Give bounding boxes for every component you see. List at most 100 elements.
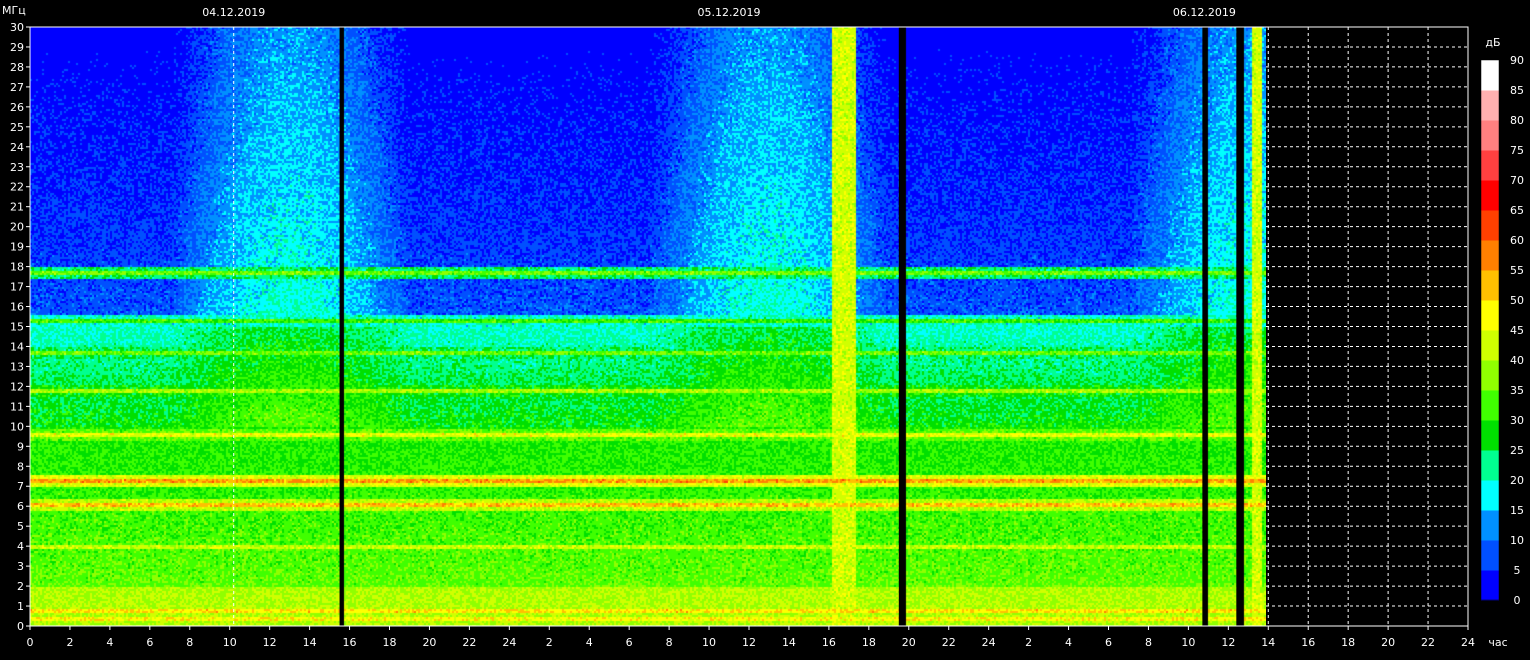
colorbar-segment bbox=[1481, 270, 1499, 301]
y-tick-label: 26 bbox=[10, 101, 24, 114]
x-tick-label: 22 bbox=[462, 636, 476, 649]
x-tick-label: 16 bbox=[1301, 636, 1315, 649]
y-tick-label: 24 bbox=[10, 141, 24, 154]
y-tick-label: 11 bbox=[10, 400, 24, 413]
y-tick-label: 12 bbox=[10, 380, 24, 393]
colorbar-tick-label: 15 bbox=[1510, 504, 1524, 517]
x-tick-label: 4 bbox=[106, 636, 113, 649]
colorbar-tick-label: 70 bbox=[1510, 174, 1524, 187]
y-tick-label: 1 bbox=[17, 600, 24, 613]
y-tick-label: 2 bbox=[17, 580, 24, 593]
colorbar-tick-label: 0 bbox=[1514, 594, 1521, 607]
y-tick-label: 5 bbox=[17, 520, 24, 533]
x-tick-label: 14 bbox=[1261, 636, 1275, 649]
colorbar-segment bbox=[1481, 210, 1499, 241]
x-tick-label: 0 bbox=[27, 636, 34, 649]
colorbar-segment bbox=[1481, 570, 1499, 601]
data-gap-band bbox=[339, 27, 344, 626]
y-axis-label: МГц bbox=[2, 4, 26, 17]
data-gap-band bbox=[1236, 27, 1243, 626]
colorbar-segment bbox=[1481, 390, 1499, 421]
y-tick-label: 22 bbox=[10, 181, 24, 194]
x-tick-label: 18 bbox=[862, 636, 876, 649]
x-tick-label: 12 bbox=[1221, 636, 1235, 649]
day-label: 04.12.2019 bbox=[202, 6, 265, 19]
colorbar-segment bbox=[1481, 450, 1499, 481]
y-tick-label: 14 bbox=[10, 340, 24, 353]
x-tick-label: 20 bbox=[1381, 636, 1395, 649]
y-tick-label: 29 bbox=[10, 41, 24, 54]
y-tick-label: 13 bbox=[10, 360, 24, 373]
x-tick-label: 12 bbox=[742, 636, 756, 649]
y-tick-label: 0 bbox=[17, 620, 24, 633]
colorbar-tick-label: 40 bbox=[1510, 354, 1524, 367]
colorbar-tick-label: 20 bbox=[1510, 474, 1524, 487]
spectrogram-chart: 0123456789101112131415161718192021222324… bbox=[2, 4, 1524, 649]
y-tick-label: 8 bbox=[17, 460, 24, 473]
x-axis-label: час bbox=[1488, 636, 1507, 649]
colorbar-segment bbox=[1481, 180, 1499, 211]
y-tick-label: 3 bbox=[17, 560, 24, 573]
y-tick-label: 19 bbox=[10, 241, 24, 254]
colorbar-segment bbox=[1481, 540, 1499, 571]
x-tick-label: 2 bbox=[66, 636, 73, 649]
y-tick-label: 23 bbox=[10, 161, 24, 174]
colorbar-tick-label: 45 bbox=[1510, 324, 1524, 337]
x-tick-label: 4 bbox=[1065, 636, 1072, 649]
x-tick-label: 10 bbox=[702, 636, 716, 649]
y-tick-label: 20 bbox=[10, 221, 24, 234]
data-gap-band bbox=[898, 27, 905, 626]
colorbar-tick-label: 90 bbox=[1510, 54, 1524, 67]
x-tick-label: 14 bbox=[782, 636, 796, 649]
x-tick-label: 24 bbox=[982, 636, 996, 649]
y-tick-label: 30 bbox=[10, 21, 24, 34]
colorbar-segment bbox=[1481, 90, 1499, 121]
day-label: 06.12.2019 bbox=[1173, 6, 1236, 19]
y-tick-label: 25 bbox=[10, 121, 24, 134]
x-tick-label: 6 bbox=[626, 636, 633, 649]
colorbar-tick-label: 50 bbox=[1510, 294, 1524, 307]
colorbar: 0 5 10 15 20 25 30 35 40 45 50 55 60 65 70 75 80 85 90 дБ bbox=[1480, 36, 1524, 607]
x-tick-label: 18 bbox=[383, 636, 397, 649]
colorbar-tick-label: 25 bbox=[1510, 444, 1524, 457]
x-tick-label: 22 bbox=[1421, 636, 1435, 649]
x-tick-label: 6 bbox=[146, 636, 153, 649]
x-tick-label: 2 bbox=[1025, 636, 1032, 649]
x-tick-label: 8 bbox=[1145, 636, 1152, 649]
y-tick-label: 10 bbox=[10, 420, 24, 433]
x-tick-label: 8 bbox=[186, 636, 193, 649]
colorbar-segment bbox=[1481, 60, 1499, 91]
y-tick-label: 4 bbox=[17, 540, 24, 553]
colorbar-segment bbox=[1481, 240, 1499, 271]
x-tick-label: 20 bbox=[902, 636, 916, 649]
colorbar-segment bbox=[1481, 330, 1499, 361]
plot-area bbox=[30, 27, 1469, 626]
colorbar-tick-label: 75 bbox=[1510, 144, 1524, 157]
y-tick-label: 7 bbox=[17, 480, 24, 493]
colorbar-tick-label: 30 bbox=[1510, 414, 1524, 427]
x-tick-label: 8 bbox=[666, 636, 673, 649]
spectrogram-raster bbox=[30, 27, 1266, 626]
colorbar-segment bbox=[1481, 300, 1499, 331]
x-tick-label: 16 bbox=[822, 636, 836, 649]
y-tick-label: 21 bbox=[10, 201, 24, 214]
colorbar-segment bbox=[1481, 360, 1499, 391]
x-tick-label: 14 bbox=[303, 636, 317, 649]
y-tick-label: 16 bbox=[10, 301, 24, 314]
colorbar-label: дБ bbox=[1485, 36, 1500, 49]
x-tick-label: 24 bbox=[1461, 636, 1475, 649]
y-tick-label: 6 bbox=[17, 500, 24, 513]
x-tick-label: 6 bbox=[1105, 636, 1112, 649]
colorbar-tick-label: 80 bbox=[1510, 114, 1524, 127]
y-tick-label: 28 bbox=[10, 61, 24, 74]
colorbar-segment bbox=[1481, 150, 1499, 181]
colorbar-tick-label: 85 bbox=[1510, 84, 1524, 97]
colorbar-tick-label: 5 bbox=[1514, 564, 1521, 577]
x-tick-label: 18 bbox=[1341, 636, 1355, 649]
x-tick-label: 22 bbox=[942, 636, 956, 649]
x-tick-label: 10 bbox=[1181, 636, 1195, 649]
x-tick-label: 20 bbox=[422, 636, 436, 649]
x-tick-label: 4 bbox=[586, 636, 593, 649]
x-tick-label: 12 bbox=[263, 636, 277, 649]
day-label: 05.12.2019 bbox=[698, 6, 761, 19]
